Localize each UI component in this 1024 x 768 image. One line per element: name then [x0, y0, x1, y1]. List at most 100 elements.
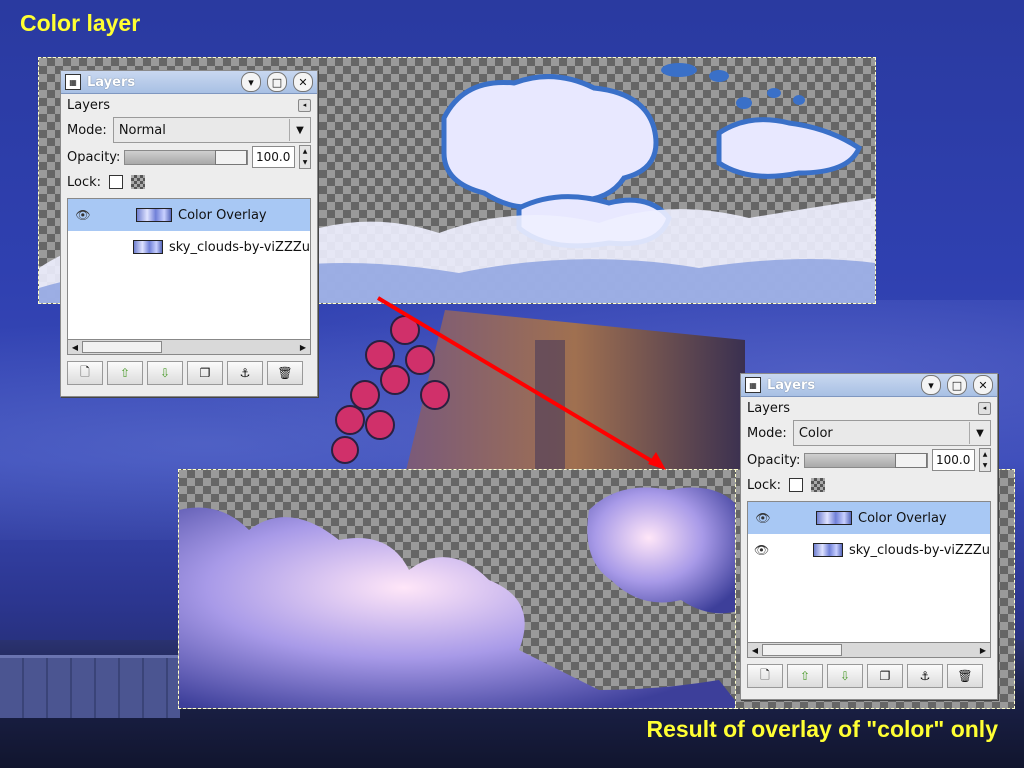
layer-name: Color Overlay: [858, 510, 947, 526]
opacity-row: Opacity: 100.0 ▲ ▼: [61, 144, 317, 170]
layer-list[interactable]: 👁 Color Overlay 👁 sky_clouds-by-viZZZu: [747, 501, 991, 643]
lower-layer-icon: ⇩: [839, 669, 851, 683]
scroll-left-icon[interactable]: ◀: [748, 646, 762, 655]
horizontal-scrollbar[interactable]: ◀ ▶: [67, 340, 311, 355]
opacity-row: Opacity: 100.0 ▲ ▼: [741, 447, 997, 473]
tab-header: Layers ◂: [61, 94, 317, 116]
delete-layer-icon: 🗑: [957, 669, 973, 683]
opacity-slider[interactable]: [124, 149, 248, 165]
duplicate-layer-icon: ❐: [879, 669, 891, 683]
delete-layer-button[interactable]: 🗑: [947, 664, 983, 688]
layer-row-color-overlay[interactable]: 👁 Color Overlay: [748, 502, 990, 534]
rocket-image: [331, 310, 745, 475]
layer-row-sky-clouds[interactable]: 👁 sky_clouds-by-viZZZu: [748, 534, 990, 566]
layer-name: sky_clouds-by-viZZZu: [168, 239, 310, 255]
tab-menu-icon[interactable]: ◂: [978, 401, 991, 415]
slide-title: Color layer: [20, 10, 141, 36]
opacity-spinner[interactable]: ▲ ▼: [299, 145, 311, 169]
tab-layers[interactable]: Layers: [747, 401, 790, 416]
new-layer-icon: 🗋: [80, 364, 90, 379]
horizontal-scrollbar[interactable]: ◀ ▶: [747, 643, 991, 658]
anchor-layer-button[interactable]: ⚓: [907, 664, 943, 688]
close-icon[interactable]: ✕: [293, 72, 313, 92]
close-icon[interactable]: ✕: [973, 375, 993, 395]
scroll-right-icon[interactable]: ▶: [976, 646, 990, 655]
result-canvas[interactable]: [178, 469, 742, 709]
lower-layer-button[interactable]: ⇩: [147, 361, 183, 385]
mode-row: Mode: Normal ▼: [61, 116, 317, 144]
shade-icon[interactable]: ▾: [921, 375, 941, 395]
lock-label: Lock:: [67, 174, 102, 190]
chevron-down-icon[interactable]: ▼: [289, 119, 310, 141]
lock-pixels-checkbox[interactable]: [789, 478, 804, 492]
lock-row: Lock:: [741, 473, 997, 497]
scroll-thumb[interactable]: [82, 341, 162, 353]
raise-layer-button[interactable]: ⇧: [787, 664, 823, 688]
mode-select[interactable]: Color ▼: [792, 420, 991, 446]
shade-icon[interactable]: ▾: [241, 72, 261, 92]
anchor-layer-button[interactable]: ⚓: [227, 361, 263, 385]
anchor-layer-icon: ⚓: [239, 366, 251, 380]
opacity-slider[interactable]: [804, 452, 928, 468]
dock-title: Layers: [767, 377, 816, 393]
raise-layer-icon: ⇧: [799, 669, 811, 683]
layer-row-color-overlay[interactable]: 👁 Color Overlay: [68, 199, 310, 231]
opacity-spinner[interactable]: ▲ ▼: [979, 448, 991, 472]
layers-dock-normal: ▦ Layers ▾ □ ✕ Layers ◂ Mode: Normal ▼ O…: [60, 70, 318, 397]
raise-layer-button[interactable]: ⇧: [107, 361, 143, 385]
new-layer-button[interactable]: 🗋: [67, 361, 103, 385]
slide-caption: Result of overlay of "color" only: [646, 716, 998, 742]
duplicate-layer-icon: ❐: [199, 366, 211, 380]
dock-titlebar[interactable]: ▦ Layers ▾ □ ✕: [61, 71, 317, 94]
dock-titlebar[interactable]: ▦ Layers ▾ □ ✕: [741, 374, 997, 397]
result-clouds: [179, 487, 741, 708]
duplicate-layer-button[interactable]: ❐: [867, 664, 903, 688]
opacity-slider-knob[interactable]: [214, 149, 247, 165]
opacity-label: Opacity:: [67, 149, 121, 165]
layer-list[interactable]: 👁 Color Overlay 👁 sky_clouds-by-viZZZu: [67, 198, 311, 340]
mode-label: Mode:: [67, 122, 107, 138]
lower-layer-button[interactable]: ⇩: [827, 664, 863, 688]
layer-name: sky_clouds-by-viZZZu: [848, 542, 990, 558]
layer-toolbar: 🗋 ⇧ ⇩ ❐ ⚓ 🗑: [61, 355, 317, 385]
delete-layer-button[interactable]: 🗑: [267, 361, 303, 385]
layer-thumbnail: [136, 208, 172, 222]
tab-menu-icon[interactable]: ◂: [298, 98, 311, 112]
layer-row-sky-clouds[interactable]: 👁 sky_clouds-by-viZZZu: [68, 231, 310, 263]
eye-icon[interactable]: 👁: [754, 543, 769, 557]
opacity-input[interactable]: 100.0: [251, 146, 296, 168]
lock-row: Lock:: [61, 170, 317, 194]
layers-dock-color: ▦ Layers ▾ □ ✕ Layers ◂ Mode: Color ▼ Op…: [740, 373, 998, 700]
layer-toolbar: 🗋 ⇧ ⇩ ❐ ⚓ 🗑: [741, 658, 997, 688]
gimp-app-icon[interactable]: ▦: [65, 74, 81, 90]
scroll-right-icon[interactable]: ▶: [296, 343, 310, 352]
mode-value: Normal: [118, 122, 166, 138]
maximize-icon[interactable]: □: [267, 72, 287, 92]
new-layer-icon: 🗋: [760, 667, 770, 682]
new-layer-button[interactable]: 🗋: [747, 664, 783, 688]
tab-layers[interactable]: Layers: [67, 98, 110, 113]
mode-select[interactable]: Normal ▼: [112, 117, 311, 143]
lock-alpha-icon[interactable]: [811, 478, 826, 492]
delete-layer-icon: 🗑: [277, 366, 293, 380]
layer-name: Color Overlay: [178, 207, 267, 223]
opacity-input[interactable]: 100.0: [931, 449, 976, 471]
lower-layer-icon: ⇩: [159, 366, 171, 380]
duplicate-layer-button[interactable]: ❐: [187, 361, 223, 385]
mode-label: Mode:: [747, 425, 787, 441]
gimp-app-icon[interactable]: ▦: [745, 377, 761, 393]
anchor-layer-icon: ⚓: [919, 669, 931, 683]
eye-icon[interactable]: 👁: [74, 208, 92, 222]
dock-title: Layers: [87, 74, 136, 90]
eye-icon[interactable]: 👁: [754, 511, 772, 525]
scroll-left-icon[interactable]: ◀: [68, 343, 82, 352]
maximize-icon[interactable]: □: [947, 375, 967, 395]
lock-label: Lock:: [747, 477, 782, 493]
opacity-slider-knob[interactable]: [894, 452, 927, 468]
lock-alpha-icon[interactable]: [131, 175, 146, 189]
mode-value: Color: [798, 425, 833, 441]
scroll-thumb[interactable]: [762, 644, 842, 656]
layer-thumbnail: [816, 511, 852, 525]
lock-pixels-checkbox[interactable]: [109, 175, 124, 189]
chevron-down-icon[interactable]: ▼: [969, 422, 990, 444]
